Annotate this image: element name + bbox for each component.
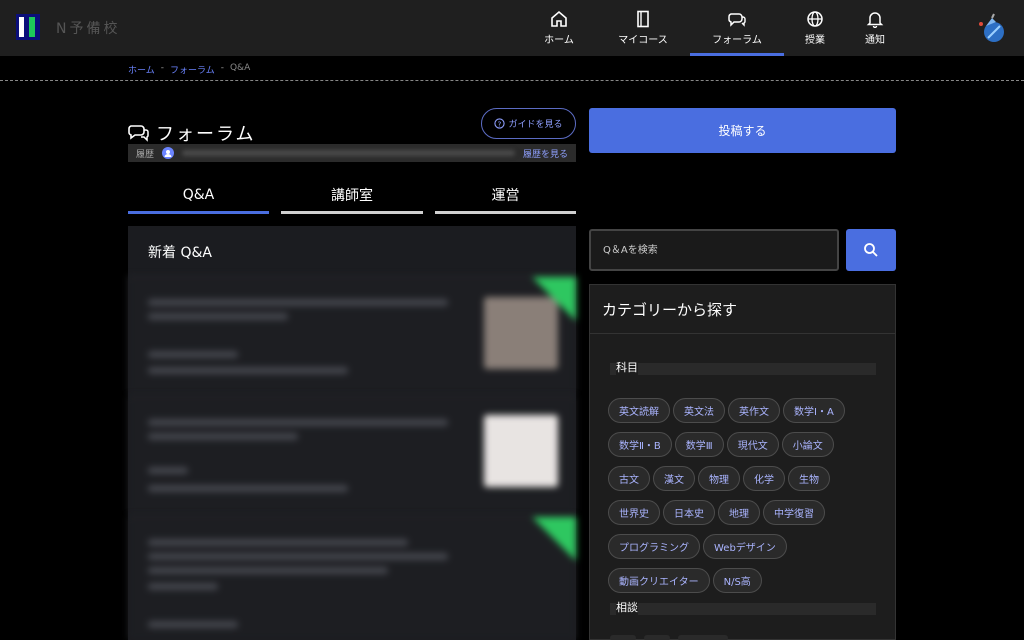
- chat-bubbles-icon: [728, 13, 746, 27]
- search-input[interactable]: [589, 229, 839, 271]
- nav-lessons[interactable]: 授業: [798, 0, 832, 56]
- nav-notifications[interactable]: 通知: [860, 0, 890, 56]
- consult-chip[interactable]: [644, 635, 670, 640]
- nav-label: 通知: [865, 35, 885, 46]
- subjects-section-title: 科目: [610, 359, 876, 375]
- subject-chip[interactable]: N/S高: [712, 568, 762, 593]
- top-header: N予備校 ホーム マイコース フォーラム 授業 通知: [0, 0, 1024, 56]
- svg-text:?: ?: [498, 119, 502, 128]
- breadcrumb-forum[interactable]: フォーラム: [170, 63, 215, 76]
- subject-chip[interactable]: 物理: [698, 466, 740, 491]
- history-redacted-content: [182, 150, 515, 156]
- nav-label: ホーム: [544, 35, 574, 46]
- subject-chip[interactable]: 古文: [608, 466, 650, 491]
- globe-icon: [807, 11, 823, 27]
- breadcrumb-home[interactable]: ホーム: [128, 63, 155, 76]
- subject-chip[interactable]: 英文法: [673, 398, 725, 423]
- subject-chip[interactable]: 動画クリエイター: [608, 568, 710, 593]
- list-item[interactable]: [128, 396, 576, 514]
- subject-chip[interactable]: 数学Ⅰ・A: [783, 398, 845, 423]
- nav-home[interactable]: ホーム: [536, 0, 582, 56]
- category-heading: カテゴリーから探す: [602, 301, 738, 319]
- subject-chip[interactable]: プログラミング: [608, 534, 700, 559]
- subject-chip[interactable]: 地理: [718, 500, 760, 525]
- page-title: フォーラム: [128, 120, 255, 146]
- home-icon: [551, 10, 567, 27]
- thumbnail: [484, 415, 558, 487]
- subject-chip[interactable]: 世界史: [608, 500, 660, 525]
- feed-title: 新着 Q&A: [148, 245, 212, 261]
- nav-label: 授業: [805, 35, 825, 46]
- nav-my-course[interactable]: マイコース: [610, 0, 676, 56]
- category-panel: カテゴリーから探す 科目 英文読解 英文法 英作文 数学Ⅰ・A 数学Ⅱ・B 数学…: [589, 284, 896, 640]
- history-link[interactable]: 履歴を見る: [523, 147, 568, 160]
- subject-chip[interactable]: 数学Ⅱ・B: [608, 432, 672, 457]
- consult-chip-list: [610, 635, 728, 640]
- consult-section-title: 相談: [610, 599, 876, 615]
- user-icon: [162, 147, 175, 159]
- divider: [590, 333, 895, 334]
- bell-icon: [866, 12, 884, 28]
- tab-management[interactable]: 運営: [435, 178, 576, 214]
- nav-label: マイコース: [618, 35, 668, 46]
- list-item[interactable]: [128, 276, 576, 394]
- subject-chip[interactable]: 英文読解: [608, 398, 670, 423]
- guide-button-label: ガイドを見る: [508, 120, 563, 130]
- question-icon: ?: [494, 118, 506, 129]
- breadcrumb-current: Q&A: [229, 63, 251, 73]
- page-title-text: フォーラム: [156, 124, 256, 145]
- subject-chip[interactable]: 漢文: [653, 466, 695, 491]
- subject-chip[interactable]: 小論文: [781, 432, 834, 457]
- guide-button[interactable]: ? ガイドを見る: [481, 108, 576, 139]
- subject-chip[interactable]: 化学: [743, 466, 785, 491]
- breadcrumb-separator: -: [220, 63, 224, 73]
- history-label: 履歴: [136, 149, 155, 160]
- new-badge: [532, 517, 576, 561]
- history-bar: 履歴 履歴を見る: [128, 144, 576, 162]
- consult-chip[interactable]: [678, 635, 728, 640]
- header-divider: [0, 80, 1024, 81]
- consult-title-text: 相談: [616, 599, 638, 615]
- list-item[interactable]: [128, 516, 576, 640]
- search-button[interactable]: [846, 229, 896, 271]
- nav-label: フォーラム: [712, 35, 762, 46]
- breadcrumb-separator: -: [160, 63, 164, 73]
- nav-forum[interactable]: フォーラム: [690, 0, 784, 56]
- post-button[interactable]: 投稿する: [589, 108, 896, 153]
- search-icon: [864, 243, 878, 257]
- breadcrumb: ホーム - フォーラム - Q&A: [128, 63, 250, 76]
- book-icon: [637, 10, 649, 28]
- new-badge: [532, 277, 576, 321]
- consult-chip[interactable]: [610, 635, 636, 640]
- subject-chip-list: 英文読解 英文法 英作文 数学Ⅰ・A 数学Ⅱ・B 数学Ⅲ 現代文 小論文 古文 …: [608, 398, 878, 599]
- subject-chip[interactable]: 現代文: [726, 432, 779, 457]
- subjects-title-text: 科目: [616, 359, 638, 375]
- tab-qa[interactable]: Q&A: [128, 178, 269, 214]
- subject-chip[interactable]: 中学復習: [763, 500, 825, 525]
- chat-bubbles-icon: [128, 125, 149, 142]
- tab-instructor-room[interactable]: 講師室: [281, 178, 423, 214]
- subject-chip[interactable]: 生物: [788, 466, 830, 491]
- new-qa-feed: 新着 Q&A: [128, 226, 576, 640]
- logo-icon[interactable]: [16, 14, 40, 40]
- user-avatar-icon[interactable]: [974, 12, 1008, 46]
- subject-chip[interactable]: 数学Ⅲ: [674, 432, 724, 457]
- logo-text[interactable]: N予備校: [56, 18, 120, 38]
- subject-chip[interactable]: 英作文: [728, 398, 780, 423]
- subject-chip[interactable]: 日本史: [663, 500, 715, 525]
- subject-chip[interactable]: Webデザイン: [703, 534, 787, 559]
